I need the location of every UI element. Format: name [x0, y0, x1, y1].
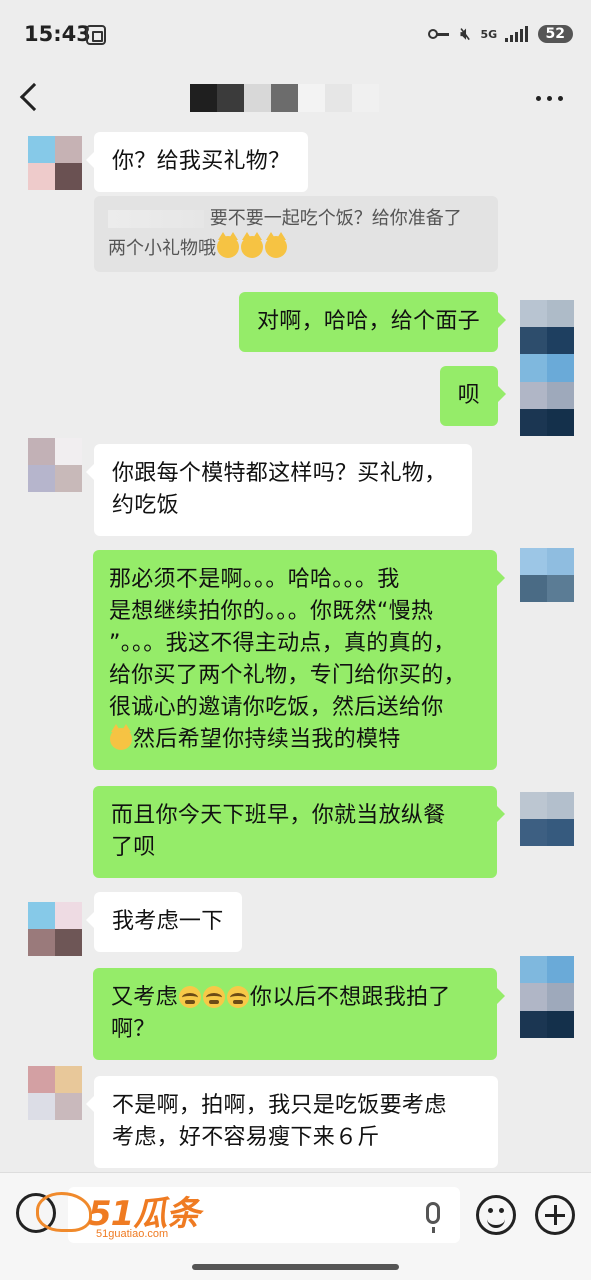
message-bubble-outgoing[interactable]: 又考虑 你以后不想跟我拍了 啊？ [93, 968, 505, 1060]
more-dots-icon[interactable] [536, 96, 563, 101]
message-text: 给你买了两个礼物，专门给你买的， [109, 663, 466, 688]
quoted-message[interactable]: 要不要一起吃个饭？给你准备了 两个小礼物哦 [94, 196, 498, 272]
crying-laughing-emoji-icon [226, 986, 249, 1008]
cat-emoji-icon [217, 232, 239, 258]
contact-name-pixelated [190, 84, 379, 112]
message-bubble-incoming[interactable]: 你？给我买礼物？ [85, 132, 309, 192]
crying-laughing-emoji-icon [202, 986, 225, 1008]
crying-laughing-emoji-icon [178, 986, 201, 1008]
my-avatar[interactable] [520, 956, 574, 1038]
message-text: 啊？ [111, 1017, 156, 1042]
message-text: 又考虑 [111, 985, 178, 1010]
back-chevron-icon[interactable] [19, 82, 49, 112]
message-bubble-incoming[interactable]: 不是啊，拍啊，我只是吃饭要考虑 考虑，好不容易瘦下来６斤 [86, 1076, 498, 1168]
chat-header [0, 70, 591, 128]
cat-emoji-icon [110, 724, 132, 750]
contact-avatar[interactable] [28, 438, 82, 492]
network-label: 5G [480, 27, 498, 41]
plus-icon[interactable] [535, 1195, 575, 1235]
cat-emoji-icon [241, 232, 263, 258]
message-text: 然后希望你持续当我的模特 [133, 727, 401, 752]
contact-avatar[interactable] [28, 1066, 82, 1120]
message-bubble-outgoing[interactable]: 对啊，哈哈，给个面子 [238, 292, 507, 352]
watermark: 51瓜条 51guatiao.com [36, 1186, 206, 1246]
quote-text-line: 两个小礼物哦 [108, 238, 216, 259]
contact-avatar[interactable] [28, 136, 82, 190]
message-bubble-incoming[interactable]: 你跟每个模特都这样吗？买礼物， 约吃饭 [86, 444, 472, 536]
my-avatar[interactable] [520, 792, 574, 846]
message-text: 考虑，好不容易瘦下来６斤 [112, 1125, 380, 1150]
message-bubble-outgoing[interactable]: 呗 [439, 366, 507, 426]
watermark-logo-icon [36, 1192, 92, 1232]
message-bubble-outgoing[interactable]: 那必须不是啊。。。哈哈。。。我 是想继续拍你的。。。你既然“慢热 ”。。。我这不… [93, 550, 505, 770]
status-bar: 15:43 🔇︎ 5G 52 [0, 0, 591, 70]
mic-icon[interactable] [426, 1202, 440, 1233]
message-text: 约吃饭 [112, 493, 179, 518]
message-text: 了呗 [111, 835, 156, 860]
contact-name-text [190, 84, 217, 112]
my-avatar[interactable] [520, 300, 574, 436]
status-icons: 🔇︎ 5G 52 [428, 24, 573, 44]
mute-icon: 🔇︎ [460, 24, 471, 43]
emoji-icon[interactable] [476, 1195, 516, 1235]
my-avatar[interactable] [520, 548, 574, 602]
cat-emoji-icon [265, 232, 287, 258]
message-text: 你？给我买礼物？ [112, 149, 291, 174]
battery-indicator: 52 [537, 25, 573, 43]
quote-text-line: 要不要一起吃个饭？给你准备了 [209, 208, 462, 229]
message-text: 你跟每个模特都这样吗？买礼物， [112, 461, 447, 486]
signal-icon [504, 26, 528, 42]
home-indicator[interactable] [192, 1264, 399, 1270]
key-icon [428, 28, 450, 40]
watermark-url: 51guatiao.com [96, 1228, 169, 1240]
message-text: 而且你今天下班早，你就当放纵餐 [111, 803, 446, 828]
message-text: 不是啊，拍啊，我只是吃饭要考虑 [112, 1093, 447, 1118]
message-text: ”。。。我这不得主动点，真的真的， [109, 631, 456, 656]
message-text: 你以后不想跟我拍了 [249, 985, 451, 1010]
status-time: 15:43 [24, 22, 91, 46]
message-text: 我考虑一下 [112, 909, 224, 934]
screenshot-icon [86, 25, 106, 45]
message-text: 很诚心的邀请你吃饭，然后送给你 [109, 695, 444, 720]
message-bubble-outgoing[interactable]: 而且你今天下班早，你就当放纵餐 了呗 [93, 786, 505, 878]
message-text: 那必须不是啊。。。哈哈。。。我 [109, 567, 400, 592]
message-text: 呗 [457, 383, 480, 408]
message-text: 是想继续拍你的。。。你既然“慢热 [109, 599, 434, 624]
message-text: 对啊，哈哈，给个面子 [256, 309, 480, 334]
contact-avatar[interactable] [28, 902, 82, 956]
message-bubble-incoming[interactable]: 我考虑一下 [86, 892, 242, 952]
quote-author-pixelated [108, 210, 204, 228]
